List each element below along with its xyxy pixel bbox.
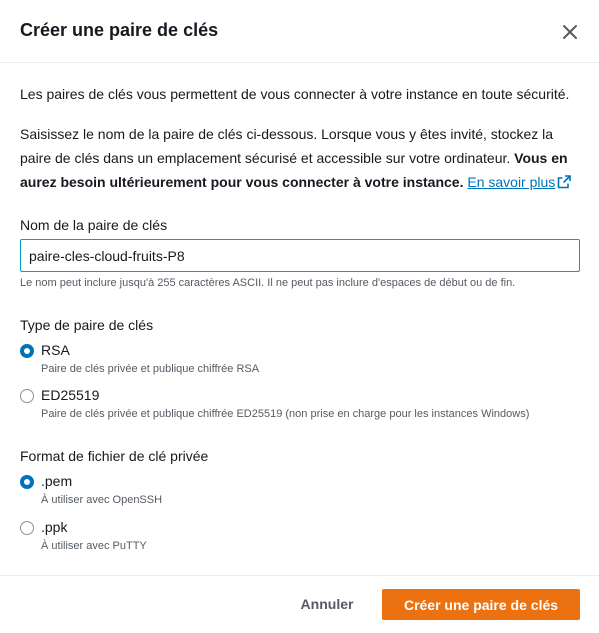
learn-more-link[interactable]: En savoir plus <box>467 174 572 190</box>
instructions-line-2-bold: Vous en <box>514 150 568 166</box>
option-ed25519-desc: Paire de clés privée et publique chiffré… <box>41 408 530 420</box>
intro-text: Les paires de clés vous permettent de vo… <box>20 86 570 102</box>
dialog-title: Créer une paire de clés <box>20 20 219 40</box>
cancel-button[interactable]: Annuler <box>288 588 366 620</box>
instructions-line-2-text: paire de clés dans un emplacement sécuri… <box>20 150 515 166</box>
radio-rsa[interactable] <box>20 344 34 358</box>
close-icon[interactable] <box>559 21 581 43</box>
option-ed25519-label: ED25519 <box>41 387 100 403</box>
key-type-label: Type de paire de clés <box>20 317 154 333</box>
instructions-line-1: Saisissez le nom de la paire de clés ci-… <box>20 126 554 142</box>
key-pair-name-hint: Le nom peut inclure jusqu'à 255 caractèr… <box>20 277 516 289</box>
radio-pem[interactable] <box>20 475 34 489</box>
radio-ppk[interactable] <box>20 521 34 535</box>
learn-more-label: En savoir plus <box>467 174 556 190</box>
option-ppk-label: .ppk <box>41 519 68 535</box>
file-format-label: Format de fichier de clé privée <box>20 448 209 464</box>
key-pair-name-label: Nom de la paire de clés <box>20 217 168 233</box>
option-pem-label: .pem <box>41 473 73 489</box>
external-link-icon <box>557 175 572 189</box>
option-ppk-desc: À utiliser avec PuTTY <box>41 540 147 552</box>
create-key-pair-dialog: Créer une paire de clés Les paires de cl… <box>0 0 599 633</box>
option-pem-desc: À utiliser avec OpenSSH <box>41 494 163 506</box>
key-pair-name-input[interactable] <box>20 239 580 272</box>
instructions-line-3: aurez besoin ultérieurement pour vous co… <box>20 170 572 194</box>
option-rsa-label: RSA <box>41 342 70 358</box>
instructions-line-2: paire de clés dans un emplacement sécuri… <box>20 146 568 170</box>
instructions-line-3-bold: aurez besoin ultérieurement pour vous co… <box>20 174 464 190</box>
dialog-header: Créer une paire de clés <box>0 0 599 63</box>
radio-ed25519[interactable] <box>20 389 34 403</box>
create-key-pair-button[interactable]: Créer une paire de clés <box>382 589 580 620</box>
option-rsa-desc: Paire de clés privée et publique chiffré… <box>41 363 260 375</box>
